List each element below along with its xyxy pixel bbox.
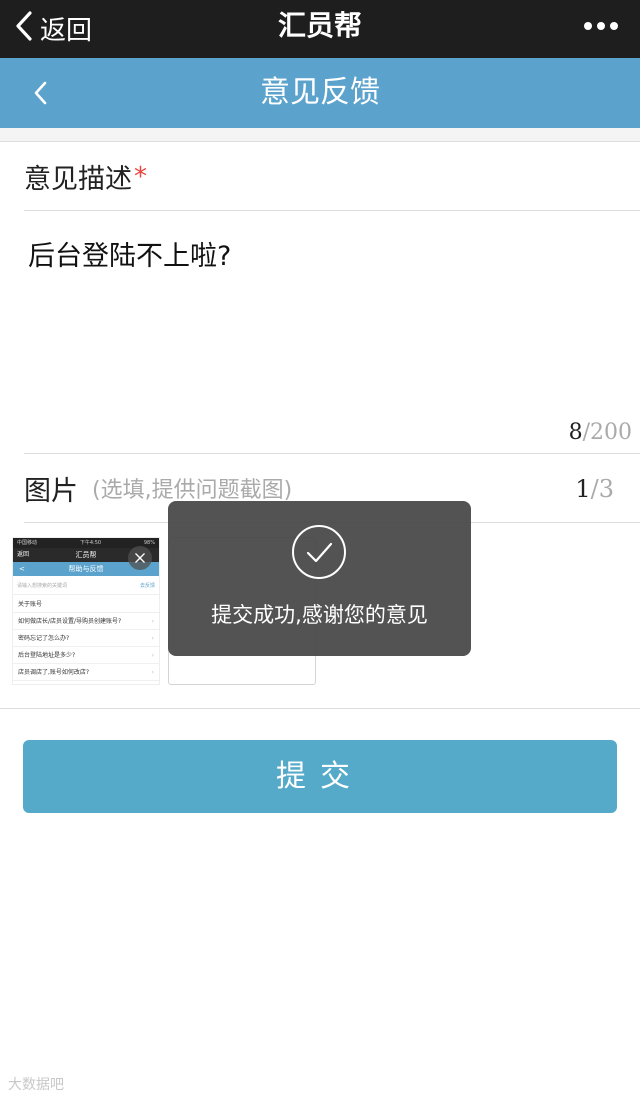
thumb-search: 请输入想搜索的关键词 去反馈 bbox=[17, 579, 155, 591]
thumb-header-back: < bbox=[19, 565, 25, 573]
thumb-nav-back: 返回 bbox=[17, 551, 30, 558]
thumb-list-item: 店员调店了,账号如何改店? › bbox=[13, 664, 159, 681]
required-mark: * bbox=[134, 161, 147, 192]
section-spacer bbox=[0, 128, 640, 142]
thumb-list-item: 如何做店长/店员设置/导购员创建账号? › bbox=[13, 613, 159, 630]
description-label-row: 意见描述 * bbox=[24, 143, 640, 211]
description-max: /200 bbox=[582, 420, 632, 445]
thumb-arrow: › bbox=[151, 652, 154, 659]
image-label: 图片 bbox=[24, 475, 78, 507]
image-count: 1 bbox=[575, 475, 591, 503]
description-label: 意见描述 bbox=[24, 164, 132, 195]
thumb-arrow: › bbox=[151, 635, 154, 642]
thumb-header-title: 帮助与反馈 bbox=[68, 565, 104, 573]
check-circle-icon bbox=[292, 525, 346, 579]
thumb-arrow: › bbox=[151, 669, 154, 676]
thumb-item-text: 后台登陆地址是多少? bbox=[18, 652, 76, 659]
thumb-nav-title: 汇员帮 bbox=[75, 551, 97, 559]
more-icon[interactable] bbox=[584, 18, 618, 34]
image-hint: (选填,提供问题截图) bbox=[92, 478, 293, 503]
toast-message: 提交成功,感谢您的意见 bbox=[211, 603, 428, 627]
success-toast: 提交成功,感谢您的意见 bbox=[168, 501, 471, 656]
wechat-top-bar: 返回 汇员帮 bbox=[0, 0, 640, 58]
description-char-counter: 8/200 bbox=[569, 420, 632, 445]
image-max: /3 bbox=[590, 475, 614, 503]
thumb-carrier: 中国移动 bbox=[17, 540, 38, 546]
page-title: 意见反馈 bbox=[260, 75, 380, 110]
thumb-time: 下午4:50 bbox=[79, 540, 102, 546]
wechat-title: 汇员帮 bbox=[277, 9, 362, 42]
watermark: 大数据吧 bbox=[8, 1077, 64, 1093]
thumb-search-placeholder: 请输入想搜索的关键词 bbox=[17, 582, 68, 589]
thumb-item-text: 店员调店了,账号如何改店? bbox=[18, 669, 90, 676]
thumb-list-item: 密码忘记了怎么办? › bbox=[13, 630, 159, 647]
thumb-feedback-link: 去反馈 bbox=[139, 582, 155, 589]
remove-image-button[interactable] bbox=[128, 546, 152, 570]
thumb-item-text: 密码忘记了怎么办? bbox=[18, 635, 70, 642]
description-textarea[interactable]: 后台登陆不上啦? bbox=[28, 234, 231, 273]
thumb-arrow: › bbox=[151, 618, 154, 625]
close-icon bbox=[135, 553, 145, 563]
thumb-list-item: 后台登陆地址是多少? › bbox=[13, 647, 159, 664]
description-count: 8 bbox=[568, 420, 583, 445]
page-header: 意见反馈 bbox=[0, 58, 640, 128]
image-counter: 1/3 bbox=[575, 475, 614, 503]
divider bbox=[0, 708, 640, 709]
thumb-item-text: 如何做店长/店员设置/导购员创建账号? bbox=[18, 618, 122, 625]
submit-button[interactable]: 提交 bbox=[23, 740, 617, 813]
thumb-section-title: 关于账号 bbox=[13, 594, 159, 613]
